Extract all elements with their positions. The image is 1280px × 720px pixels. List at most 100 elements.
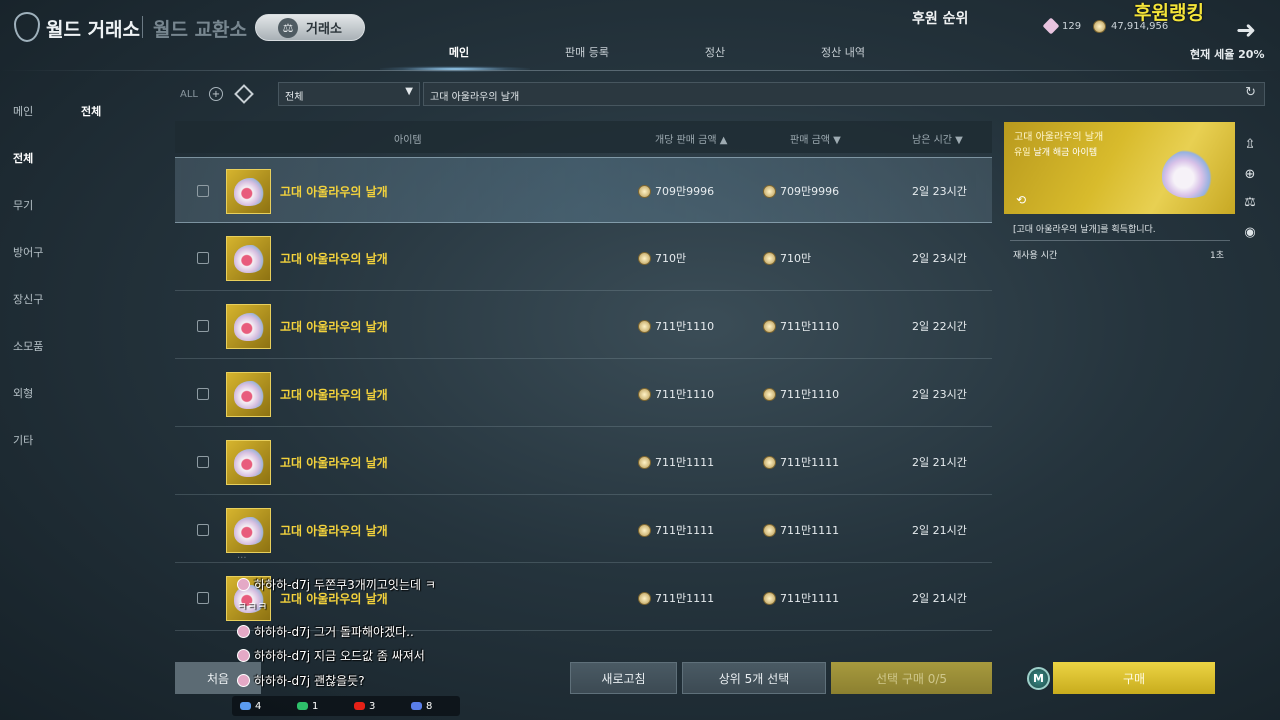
world-exchange-link[interactable]: 월드 교환소 <box>153 15 247 42</box>
main-tabs: 메인 판매 등록 정산 정산 내역 <box>395 44 907 60</box>
remaining-time: 2일 23시간 <box>912 185 967 198</box>
row-checkbox[interactable] <box>197 592 209 604</box>
detail-divider <box>1010 240 1230 241</box>
search-input[interactable]: 고대 아울라우의 날개 ↻ <box>423 82 1265 106</box>
wing-icon <box>234 517 266 545</box>
table-row[interactable]: 고대 아울라우의 날개 711만1110 711만1110 2일 22시간 <box>175 293 992 359</box>
unit-price: 711만1110 <box>638 386 714 402</box>
buy-button[interactable]: 구매 <box>1053 662 1215 694</box>
remaining-time: 2일 21시간 <box>912 524 967 537</box>
detail-description: [고대 아울라우의 날개]를 획득합니다. <box>1013 225 1156 235</box>
sidebar-item-all[interactable]: 전체 <box>13 150 43 197</box>
up-arrow-icon <box>297 702 308 710</box>
sidebar-item-armor[interactable]: 방어구 <box>13 244 43 291</box>
back-arrow-icon[interactable]: ➜ <box>1236 16 1256 44</box>
tab-settlement-history[interactable]: 정산 내역 <box>779 44 907 60</box>
tab-register-sale[interactable]: 판매 등록 <box>523 44 651 60</box>
buy-selected-button[interactable]: 선택 구매 0/5 <box>831 662 992 694</box>
item-name: 고대 아울라우의 날개 <box>280 456 388 470</box>
table-row[interactable]: 고대 아울라우의 날개 711만1111 711만1111 2일 21시간 <box>175 565 992 631</box>
table-row[interactable]: 고대 아울라우의 날개 709만9996 709만9996 2일 23시간 <box>175 157 992 223</box>
sidebar-item-etc[interactable]: 기타 <box>13 432 43 479</box>
coin-icon <box>1093 20 1106 33</box>
table-header: 아이템 개당 판매 금액 ▲ 판매 금액 ▼ 남은 시간 ▼ <box>175 121 992 153</box>
row-checkbox[interactable] <box>197 185 209 197</box>
sidebar-item-weapon[interactable]: 무기 <box>13 197 43 244</box>
row-checkbox[interactable] <box>197 388 209 400</box>
gem-count: 129 <box>1062 20 1082 32</box>
item-icon <box>226 372 271 417</box>
row-checkbox[interactable] <box>197 320 209 332</box>
link-icon <box>240 702 251 710</box>
subcategory-all[interactable]: 전체 <box>81 103 101 119</box>
item-icon <box>226 508 271 553</box>
tab-settlement[interactable]: 정산 <box>651 44 779 60</box>
category-sidebar: 메인 전체 무기 방어구 장신구 소모품 외형 기타 <box>13 103 43 479</box>
unit-price: 711만1111 <box>638 522 714 538</box>
total-price: 710만 <box>763 250 811 266</box>
table-row[interactable]: 고대 아울라우의 날개 711만1111 711만1111 2일 21시간 <box>175 429 992 495</box>
table-row[interactable]: 고대 아울라우의 날개 711만1110 711만1110 2일 23시간 <box>175 361 992 427</box>
category-select-value: 전체 <box>285 92 304 103</box>
detail-item-type: 유일 날개 해금 아이템 <box>1014 148 1098 158</box>
row-checkbox[interactable] <box>197 456 209 468</box>
chat-message: 하하하-d7j 두쫀쿠3개끼고잇는데 ㅋ <box>237 576 436 593</box>
chat-faded-line: ··· <box>237 553 247 564</box>
refresh-icon[interactable]: ↻ <box>1245 85 1256 100</box>
user-avatar-icon <box>237 578 250 591</box>
col-item: 아이템 <box>394 135 422 146</box>
scale-icon: ⚖ <box>278 17 299 38</box>
user-avatar-icon <box>237 649 250 662</box>
filter-all[interactable]: ALL <box>180 89 198 100</box>
coin-icon <box>763 251 776 265</box>
col-total-price[interactable]: 판매 금액 ▼ <box>790 131 841 146</box>
unit-price: 709만9996 <box>638 183 714 199</box>
row-checkbox[interactable] <box>197 524 209 536</box>
tab-main[interactable]: 메인 <box>395 44 523 60</box>
item-name: 고대 아울라우의 날개 <box>280 524 388 538</box>
coin-icon <box>638 387 651 401</box>
remaining-time: 2일 21시간 <box>912 456 967 469</box>
item-icon <box>226 169 271 214</box>
coin-icon <box>638 523 651 537</box>
category-select[interactable]: 전체 ▼ <box>278 82 420 106</box>
m-badge-icon[interactable]: M <box>1027 667 1050 690</box>
sponsor-rank-title: 후원 순위 <box>912 11 969 27</box>
title-divider <box>142 16 143 38</box>
eye-search-icon[interactable]: ◉ <box>1241 225 1259 243</box>
wing-icon <box>234 313 266 341</box>
col-unit-price[interactable]: 개당 판매 금액 ▲ <box>655 131 727 146</box>
upgrade-icon[interactable]: ⇫ <box>1241 137 1259 155</box>
gem-icon <box>1042 17 1060 35</box>
coin-icon <box>638 184 651 198</box>
coin-icon <box>638 319 651 333</box>
total-price: 711만1111 <box>763 522 839 538</box>
diamond-filter-icon[interactable] <box>234 84 254 104</box>
globe-icon[interactable]: ⊕ <box>1241 167 1259 185</box>
sidebar-item-main[interactable]: 메인 <box>13 103 43 150</box>
table-row[interactable]: 고대 아울라우의 날개 711만1111 711만1111 2일 21시간 <box>175 497 992 563</box>
share-icon[interactable]: ⟲ <box>1016 193 1026 207</box>
item-name: 고대 아울라우의 날개 <box>280 252 388 266</box>
sidebar-item-accessory[interactable]: 장신구 <box>13 291 43 338</box>
sidebar-item-consumable[interactable]: 소모품 <box>13 338 43 385</box>
exchange-pill-button[interactable]: ⚖ 거래소 <box>255 14 365 41</box>
item-icon <box>226 440 271 485</box>
wing-icon <box>234 245 266 273</box>
scale-icon[interactable]: ⚖ <box>1241 195 1259 213</box>
page-title: 월드 거래소 <box>46 19 141 41</box>
stat-youtube: 3 <box>354 701 403 712</box>
table-row[interactable]: 고대 아울라우의 날개 710만 710만 2일 23시간 <box>175 225 992 291</box>
col-remaining-time[interactable]: 남은 시간 ▼ <box>912 131 963 146</box>
coin-icon <box>638 455 651 469</box>
stream-stats-bar: 4 1 3 8 <box>232 696 460 716</box>
sidebar-item-appearance[interactable]: 외형 <box>13 385 43 432</box>
select-top5-button[interactable]: 상위 5개 선택 <box>682 662 826 694</box>
plus-circle-icon[interactable]: + <box>209 87 223 101</box>
coin-icon <box>763 387 776 401</box>
row-checkbox[interactable] <box>197 252 209 264</box>
header-divider <box>0 70 1280 71</box>
unit-price: 711만1111 <box>638 590 714 606</box>
chat-kk-line: ㅋㅋㅋ <box>237 600 268 613</box>
refresh-button[interactable]: 새로고침 <box>570 662 677 694</box>
